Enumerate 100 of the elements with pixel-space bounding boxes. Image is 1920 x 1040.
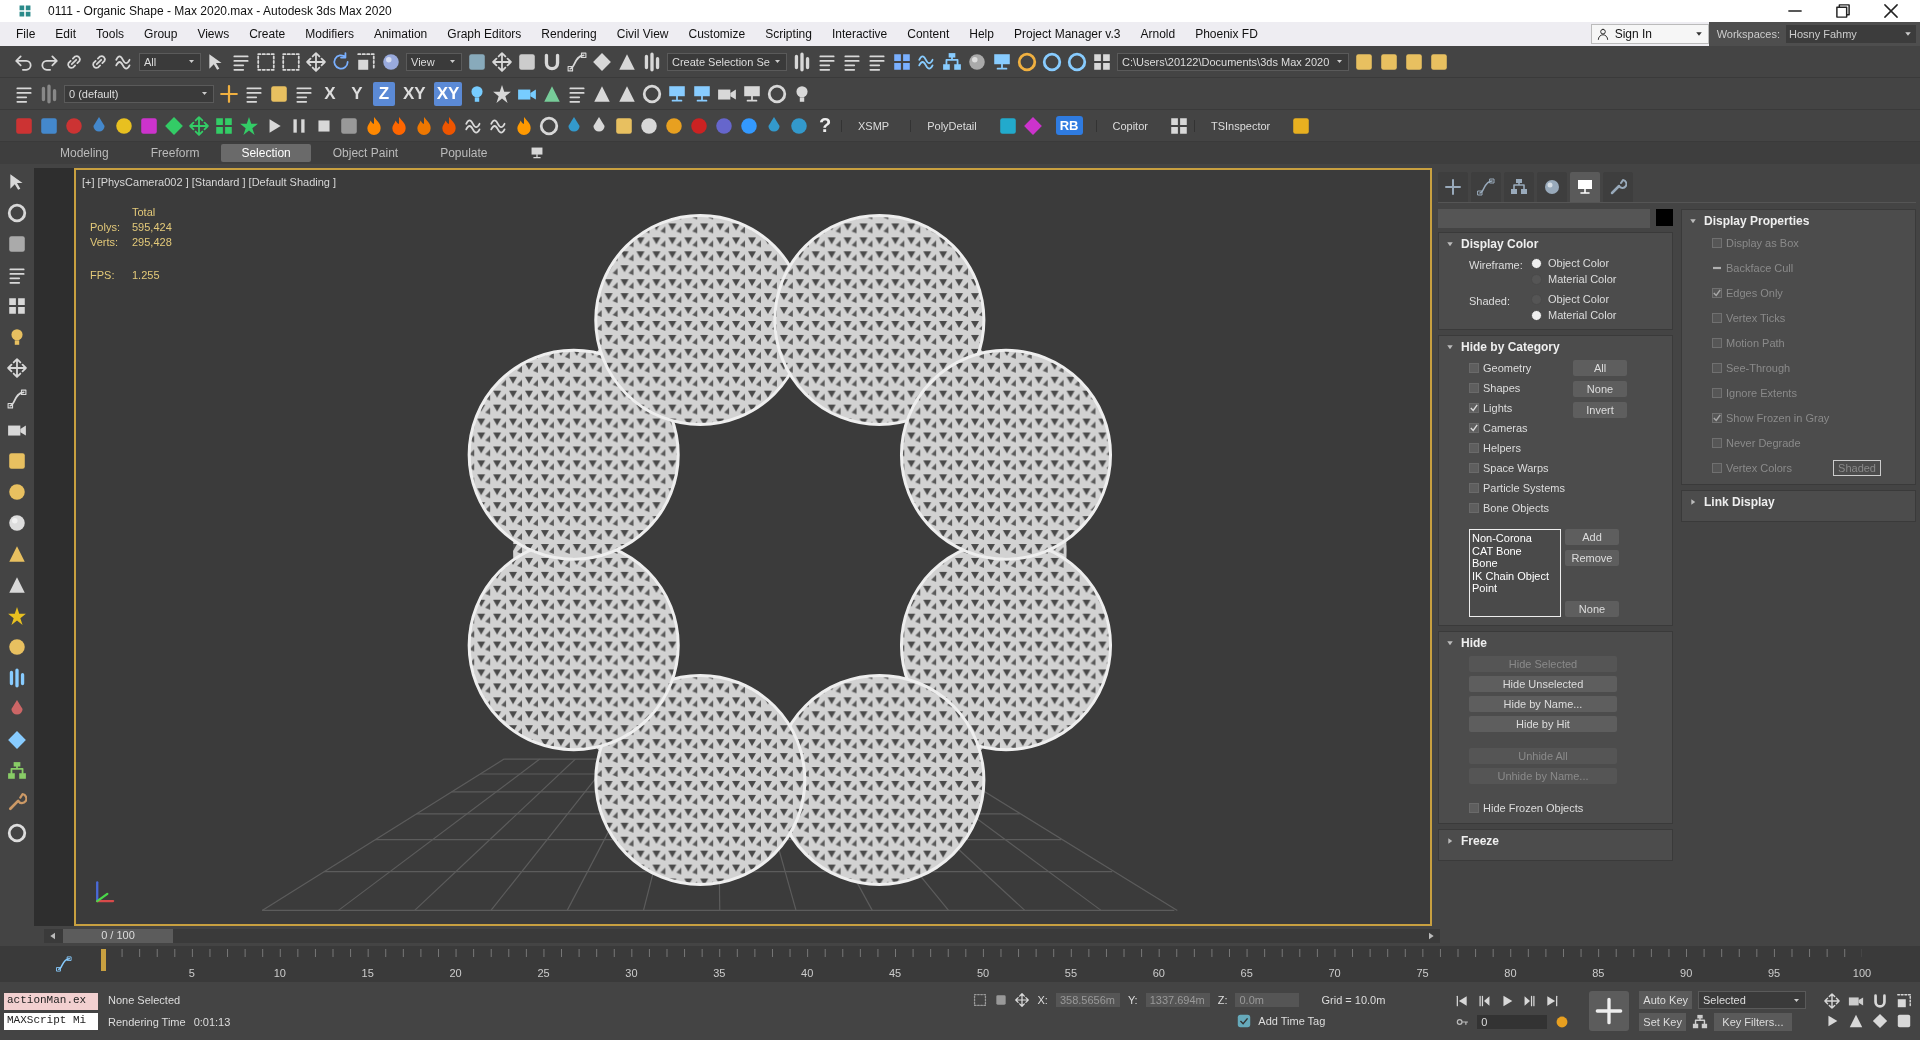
menu-item[interactable]: Modifiers xyxy=(295,27,364,41)
layer-dropdown[interactable]: 0 (default) xyxy=(64,84,214,103)
circle-icon[interactable] xyxy=(739,115,759,136)
current-frame-field[interactable]: 0 xyxy=(1477,1015,1548,1029)
named-selection-dropdown[interactable]: Create Selection Se xyxy=(667,52,787,71)
grid-icon[interactable] xyxy=(7,296,27,316)
diamond-icon[interactable] xyxy=(592,51,612,72)
menu-item[interactable]: Graph Editors xyxy=(437,27,532,41)
flame-icon[interactable] xyxy=(439,115,459,136)
set-key-mode-button[interactable]: Set Key xyxy=(1639,1013,1686,1031)
square-icon[interactable] xyxy=(1404,51,1424,72)
command-panel-tab[interactable] xyxy=(1570,172,1600,202)
move-arrows-icon[interactable] xyxy=(189,115,209,136)
circle-icon[interactable] xyxy=(114,115,134,136)
transform-mode-icon[interactable] xyxy=(1015,993,1030,1007)
sign-in-button[interactable]: Sign In xyxy=(1590,24,1709,44)
checkbox[interactable] xyxy=(1469,442,1479,453)
hierarchy-icon[interactable] xyxy=(942,51,962,72)
viewport-label[interactable]: [+] [PhysCamera002 ] [Standard ] [Default Shading ] xyxy=(82,176,337,188)
set-key-button[interactable] xyxy=(1589,991,1630,1031)
ring-icon[interactable] xyxy=(1042,51,1062,72)
list-button[interactable]: Remove xyxy=(1565,550,1619,566)
menu-item[interactable]: File xyxy=(6,27,46,41)
rotate-icon[interactable] xyxy=(331,51,351,72)
monitor-icon[interactable] xyxy=(692,83,713,104)
project-folder-dropdown[interactable]: C:\Users\20122\Documents\3ds Max 2020 xyxy=(1117,52,1349,71)
object-color-swatch[interactable] xyxy=(1656,209,1673,226)
square-icon[interactable] xyxy=(1291,115,1312,136)
ribbon-tab[interactable]: Modeling xyxy=(40,144,129,162)
monitor-icon[interactable] xyxy=(742,83,763,104)
circle-icon[interactable] xyxy=(7,637,27,657)
flame-icon[interactable] xyxy=(364,115,384,136)
move-arrows-icon[interactable] xyxy=(7,358,27,378)
category-button[interactable]: Invert xyxy=(1573,402,1627,418)
axis-constraint-button[interactable]: XY xyxy=(400,81,429,106)
menu-item[interactable]: Edit xyxy=(45,27,87,41)
sphere-icon[interactable] xyxy=(967,51,987,72)
sphere-icon[interactable] xyxy=(381,51,401,72)
triangle-icon[interactable] xyxy=(7,544,27,564)
circle-icon[interactable] xyxy=(789,115,809,136)
plugin-button[interactable]: RB xyxy=(1055,116,1083,135)
ring-icon[interactable] xyxy=(7,823,27,843)
skip-to-start-icon[interactable] xyxy=(1455,994,1470,1008)
selection-filter-dropdown[interactable]: All xyxy=(139,52,201,71)
checkbox[interactable] xyxy=(1469,422,1479,433)
menu-item[interactable]: Views xyxy=(187,27,240,41)
square-icon[interactable] xyxy=(467,51,487,72)
menu-item[interactable]: Create xyxy=(239,27,296,41)
rollout-header[interactable]: Display Properties xyxy=(1682,210,1915,232)
grid-icon[interactable] xyxy=(214,115,234,136)
rollout-header[interactable]: Display Color xyxy=(1439,233,1672,255)
axis-constraint-button[interactable]: X xyxy=(319,81,341,106)
curve-icon[interactable] xyxy=(567,51,587,72)
square-icon[interactable] xyxy=(339,115,359,136)
ring-icon[interactable] xyxy=(1017,51,1037,72)
square-icon[interactable] xyxy=(7,451,27,471)
list-item[interactable]: CAT Bone xyxy=(1472,544,1558,557)
scale-icon[interactable] xyxy=(356,51,376,72)
script-listener-field[interactable]: MAXScript Mi xyxy=(4,1012,98,1030)
hide-button[interactable]: Hide Unselected xyxy=(1469,676,1617,692)
move-arrows-icon[interactable] xyxy=(1824,993,1840,1009)
list-button[interactable]: Add xyxy=(1565,529,1619,545)
script-listener-field[interactable]: actionMan.ex xyxy=(4,992,98,1010)
ring-icon[interactable] xyxy=(1067,51,1087,72)
menu-item[interactable]: Customize xyxy=(678,27,756,41)
hide-button[interactable]: Hide by Hit xyxy=(1469,716,1617,732)
key-filters-button[interactable]: Key Filters... xyxy=(1713,1013,1792,1031)
square-icon[interactable] xyxy=(1429,51,1449,72)
flame-icon[interactable] xyxy=(414,115,434,136)
rollout-header[interactable]: Link Display xyxy=(1682,491,1915,513)
circle-icon[interactable] xyxy=(664,115,684,136)
diamond-icon[interactable] xyxy=(1872,1013,1888,1029)
list-item[interactable]: Bone xyxy=(1472,557,1558,570)
square-icon[interactable] xyxy=(1354,51,1374,72)
diamond-icon[interactable] xyxy=(7,730,27,750)
axis-constraint-button[interactable]: Y xyxy=(346,81,368,106)
help-button[interactable]: ? xyxy=(814,114,836,137)
grid-icon[interactable] xyxy=(892,51,912,72)
monitor-icon[interactable] xyxy=(667,83,688,104)
list-button[interactable]: None xyxy=(1565,601,1619,617)
skip-to-end-icon[interactable] xyxy=(1545,994,1560,1008)
magnet-icon[interactable] xyxy=(1872,993,1888,1009)
bars-icon[interactable] xyxy=(7,668,27,688)
auto-key-button[interactable]: Auto Key xyxy=(1639,991,1692,1009)
move-arrows-icon[interactable] xyxy=(306,51,326,72)
plugin-button[interactable]: PolyDetail xyxy=(910,119,993,132)
key-mode-dropdown[interactable]: Selected xyxy=(1698,991,1806,1009)
menu-item[interactable]: Tools xyxy=(86,27,135,41)
square-icon[interactable] xyxy=(997,115,1018,136)
command-panel-tab[interactable] xyxy=(1438,172,1468,202)
square-icon[interactable] xyxy=(7,234,27,254)
menu-item[interactable]: Help xyxy=(959,27,1004,41)
square-icon[interactable] xyxy=(1379,51,1399,72)
triangle-icon[interactable] xyxy=(1848,1013,1864,1029)
menu-item[interactable]: Group xyxy=(134,27,188,41)
flame-icon[interactable] xyxy=(389,115,409,136)
ring-icon[interactable] xyxy=(539,115,559,136)
checkbox[interactable] xyxy=(1469,382,1479,393)
rollout-header[interactable]: Freeze xyxy=(1439,830,1672,852)
command-panel-tab[interactable] xyxy=(1537,172,1567,202)
